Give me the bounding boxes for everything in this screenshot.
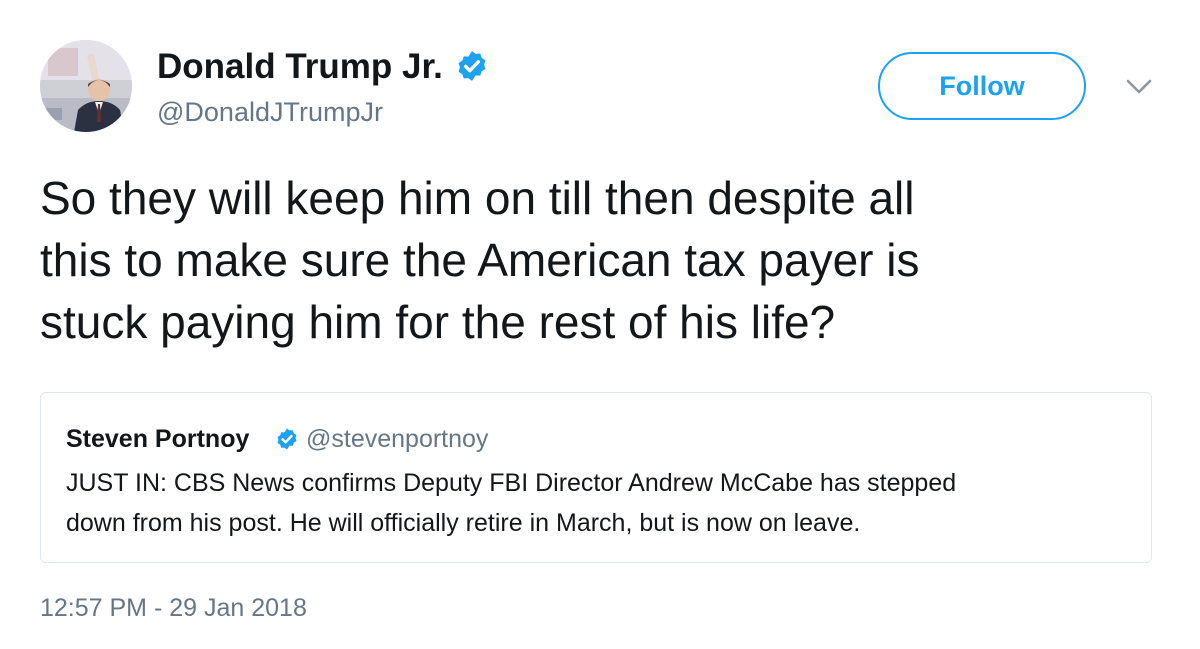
verified-badge-icon — [455, 49, 489, 83]
quoted-tweet[interactable]: Steven Portnoy @stevenportnoy JUST IN: C… — [40, 392, 1152, 563]
tweet-text-line: this to make sure the American tax payer… — [40, 234, 920, 286]
profile-photo — [40, 40, 132, 132]
tweet-text: So they will keep him on till then despi… — [40, 167, 1150, 353]
author-handle[interactable]: @DonaldJTrumpJr — [157, 95, 383, 129]
quoted-text-line: down from his post. He will officially r… — [66, 509, 861, 537]
quoted-author-name[interactable]: Steven Portnoy — [66, 423, 249, 455]
tweet-text-line: So they will keep him on till then despi… — [40, 172, 915, 224]
chevron-down-icon[interactable] — [1126, 78, 1152, 96]
author-name[interactable]: Donald Trump Jr. — [157, 47, 443, 87]
quoted-text-line: JUST IN: CBS News confirms Deputy FBI Di… — [66, 469, 957, 497]
quoted-handle[interactable]: @stevenportnoy — [306, 423, 488, 455]
quoted-text: JUST IN: CBS News confirms Deputy FBI Di… — [66, 463, 1126, 543]
avatar[interactable] — [40, 40, 132, 132]
timestamp[interactable]: 12:57 PM - 29 Jan 2018 — [40, 592, 307, 624]
follow-button[interactable]: Follow — [878, 52, 1086, 120]
tweet-text-line: stuck paying him for the rest of his lif… — [40, 296, 836, 348]
quoted-verified-badge-icon — [275, 427, 299, 451]
